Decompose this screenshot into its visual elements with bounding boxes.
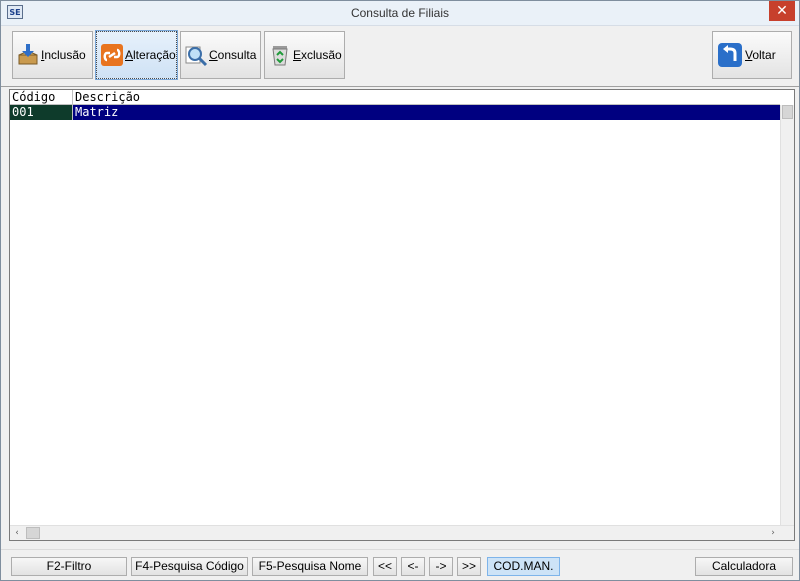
window-title: Consulta de Filiais [350, 6, 450, 20]
magnifier-icon [183, 42, 209, 68]
close-button[interactable]: ✕ [769, 1, 795, 21]
main-window: SE Consulta de Filiais ✕ Inclusão Altera… [0, 0, 800, 581]
table-row[interactable]: 001 Matriz [10, 105, 780, 120]
exclusao-label: Exclusão [293, 48, 342, 62]
back-arrow-icon [715, 42, 745, 68]
filiais-grid[interactable]: Código Descrição 001 Matriz ‹ › [9, 89, 795, 541]
recycle-bin-icon [267, 42, 293, 68]
alteracao-button[interactable]: Alteração [95, 30, 178, 80]
consulta-label: Consulta [209, 48, 257, 62]
scroll-left-icon[interactable]: ‹ [10, 526, 24, 540]
toolbar: Inclusão Alteração Consulta Exclusão Vol… [1, 26, 799, 87]
search-name-button[interactable]: F5-Pesquisa Nome [252, 557, 368, 576]
next-record-button[interactable]: -> [429, 557, 453, 576]
status-bar: F2-Filtro F4-Pesquisa Código F5-Pesquisa… [1, 549, 799, 580]
filter-button[interactable]: F2-Filtro [11, 557, 127, 576]
cell-descricao[interactable]: Matriz [73, 105, 780, 120]
horizontal-scrollbar[interactable]: ‹ › [10, 525, 794, 540]
alteracao-label: Alteração [125, 48, 176, 62]
calculator-button[interactable]: Calculadora [695, 557, 793, 576]
last-record-button[interactable]: >> [457, 557, 481, 576]
cod-man-button[interactable]: COD.MAN. [487, 557, 560, 576]
edit-chain-icon [99, 42, 125, 68]
previous-record-button[interactable]: <- [401, 557, 425, 576]
voltar-button[interactable]: Voltar [712, 31, 792, 79]
column-header-codigo[interactable]: Código [10, 90, 73, 104]
exclusao-button[interactable]: Exclusão [264, 31, 345, 79]
vertical-scroll-thumb[interactable] [782, 105, 793, 119]
box-arrow-down-icon [15, 42, 41, 68]
title-bar: SE Consulta de Filiais ✕ [1, 1, 799, 26]
grid-header: Código Descrição [10, 90, 780, 105]
horizontal-scroll-thumb[interactable] [26, 527, 40, 539]
voltar-label: Voltar [745, 48, 776, 62]
cell-codigo[interactable]: 001 [10, 105, 73, 120]
inclusao-label: Inclusão [41, 48, 86, 62]
first-record-button[interactable]: << [373, 557, 397, 576]
search-code-button[interactable]: F4-Pesquisa Código [131, 557, 248, 576]
inclusao-button[interactable]: Inclusão [12, 31, 93, 79]
scroll-right-icon[interactable]: › [766, 526, 780, 540]
column-header-descricao[interactable]: Descrição [73, 90, 780, 104]
vertical-scrollbar[interactable] [780, 105, 794, 525]
consulta-button[interactable]: Consulta [180, 31, 261, 79]
